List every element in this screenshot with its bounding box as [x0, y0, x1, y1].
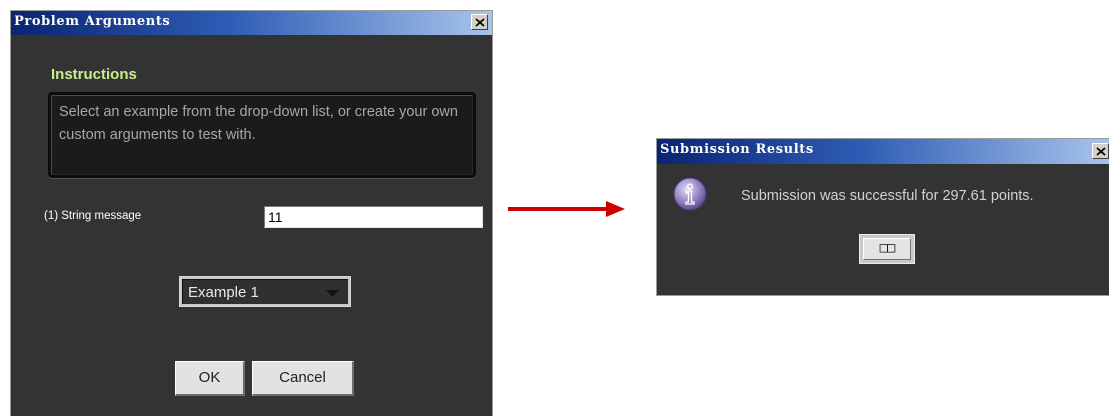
submission-results-window: Submission Results Submission was succes…: [656, 138, 1109, 296]
instructions-text: Select an example from the drop-down lis…: [59, 104, 458, 143]
example-dropdown[interactable]: Example 1: [179, 276, 351, 307]
instructions-heading: Instructions: [51, 66, 137, 83]
window-title: Problem Arguments: [14, 14, 171, 29]
example-dropdown-value: Example 1: [188, 284, 259, 301]
info-icon: [673, 177, 707, 211]
problem-arguments-titlebar[interactable]: Problem Arguments: [11, 11, 492, 35]
close-icon: [1096, 147, 1106, 156]
flow-arrow-icon: [508, 201, 625, 217]
ok-button[interactable]: OK: [175, 361, 245, 396]
example-dropdown-field[interactable]: Example 1: [182, 279, 348, 304]
submission-results-titlebar[interactable]: Submission Results: [657, 139, 1109, 164]
problem-arguments-window: Problem Arguments Instructions Select an…: [10, 10, 493, 416]
confirm-button-label: □□: [863, 238, 911, 260]
cancel-button[interactable]: Cancel: [252, 361, 354, 396]
string-message-input[interactable]: [264, 206, 483, 228]
submission-message: Submission was successful for 297.61 poi…: [741, 188, 1034, 204]
chevron-down-icon[interactable]: [326, 290, 339, 297]
confirm-button[interactable]: □□: [859, 234, 915, 264]
argument-label: (1) String message: [44, 210, 142, 222]
close-icon: [475, 18, 485, 27]
close-button[interactable]: [1092, 143, 1109, 159]
window-title: Submission Results: [660, 142, 814, 157]
instructions-panel: Select an example from the drop-down lis…: [48, 92, 476, 178]
close-button[interactable]: [471, 14, 488, 30]
